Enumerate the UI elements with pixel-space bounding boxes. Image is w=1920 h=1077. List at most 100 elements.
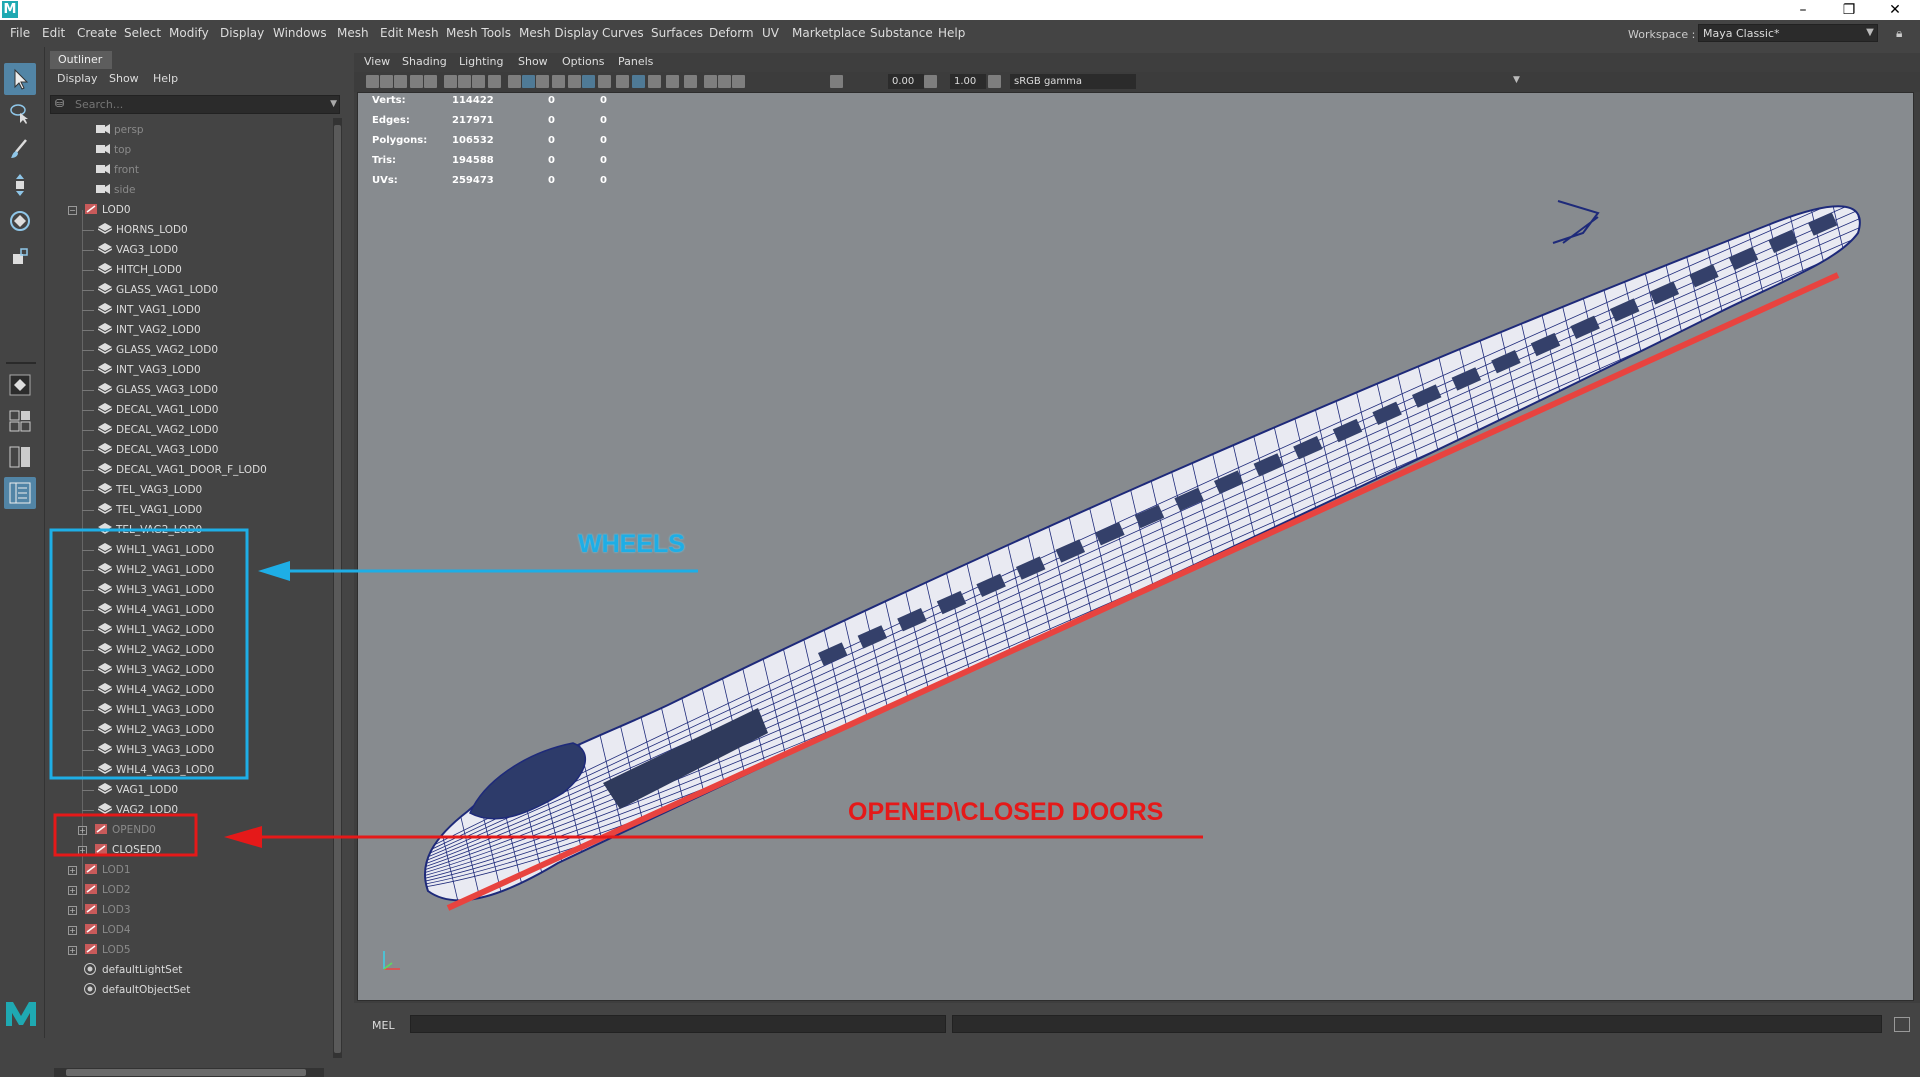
mel-command-input[interactable] xyxy=(410,1015,946,1033)
viewport-menu-shading[interactable]: Shading xyxy=(402,55,447,68)
outliner-item[interactable]: LOD2 xyxy=(84,880,131,900)
outliner-item[interactable]: CLOSED0 xyxy=(94,840,161,860)
shadows-icon[interactable] xyxy=(616,75,629,88)
viewport-menu-lighting[interactable]: Lighting xyxy=(459,55,503,68)
outliner-item[interactable]: GLASS_VAG2_LOD0 xyxy=(97,340,218,360)
menu-mesh-display[interactable]: Mesh Display xyxy=(519,26,599,40)
camera-attrs-icon[interactable] xyxy=(380,75,393,88)
outliner-item[interactable]: HITCH_LOD0 xyxy=(97,260,182,280)
menu-marketplace[interactable]: Marketplace xyxy=(792,26,866,40)
outliner-item[interactable]: DECAL_VAG1_DOOR_F_LOD0 xyxy=(97,460,267,480)
outliner-item[interactable]: DECAL_VAG1_LOD0 xyxy=(97,400,218,420)
expand-icon[interactable]: + xyxy=(68,926,77,935)
exposure-icon[interactable] xyxy=(830,75,843,88)
outliner-item[interactable]: WHL4_VAG2_LOD0 xyxy=(97,680,214,700)
menu-substance[interactable]: Substance xyxy=(870,26,933,40)
outliner-item[interactable]: top xyxy=(96,140,131,160)
menu-curves[interactable]: Curves xyxy=(602,26,644,40)
camera-select-icon[interactable] xyxy=(366,75,379,88)
outliner-item[interactable]: TEL_VAG2_LOD0 xyxy=(97,520,202,540)
outliner-item[interactable]: LOD4 xyxy=(84,920,131,940)
outliner-item[interactable]: VAG2_LOD0 xyxy=(97,800,178,820)
image-plane-icon[interactable] xyxy=(410,75,423,88)
menu-uv[interactable]: UV xyxy=(762,26,779,40)
outliner-item[interactable]: WHL4_VAG1_LOD0 xyxy=(97,600,214,620)
scale-tool-button[interactable] xyxy=(4,241,36,273)
smooth-shade-icon[interactable] xyxy=(522,75,535,88)
outliner-item[interactable]: LOD0 xyxy=(84,200,131,220)
expand-icon[interactable]: + xyxy=(68,886,77,895)
outliner-item[interactable]: front xyxy=(96,160,139,180)
outliner-item[interactable]: WHL3_VAG1_LOD0 xyxy=(97,580,214,600)
outliner-item[interactable]: WHL2_VAG2_LOD0 xyxy=(97,640,214,660)
menu-select[interactable]: Select xyxy=(124,26,161,40)
outliner-item[interactable]: WHL2_VAG3_LOD0 xyxy=(97,720,214,740)
outliner-item[interactable]: WHL1_VAG3_LOD0 xyxy=(97,700,214,720)
select-tool-button[interactable] xyxy=(4,63,36,95)
isolate-select-icon[interactable] xyxy=(684,75,697,88)
gamma-icon[interactable] xyxy=(924,75,937,88)
single-pane-layout-button[interactable] xyxy=(4,369,36,401)
outliner-item[interactable]: LOD3 xyxy=(84,900,131,920)
script-editor-icon[interactable] xyxy=(1894,1017,1910,1032)
outliner-item[interactable]: INT_VAG3_LOD0 xyxy=(97,360,201,380)
menu-edit-mesh[interactable]: Edit Mesh xyxy=(380,26,439,40)
outliner-item[interactable]: VAG1_LOD0 xyxy=(97,780,178,800)
menu-modify[interactable]: Modify xyxy=(169,26,209,40)
color-space-select[interactable]: sRGB gamma xyxy=(1010,74,1136,89)
workspace-select[interactable]: Maya Classic* xyxy=(1698,24,1878,42)
menu-mesh[interactable]: Mesh xyxy=(337,26,369,40)
gamma-field[interactable]: 1.00 xyxy=(950,74,986,89)
outliner-item[interactable]: WHL1_VAG2_LOD0 xyxy=(97,620,214,640)
outliner-item[interactable]: WHL3_VAG2_LOD0 xyxy=(97,660,214,680)
gate-mask-icon[interactable] xyxy=(488,75,501,88)
outliner-item[interactable]: LOD1 xyxy=(84,860,131,880)
two-pane-layout-button[interactable] xyxy=(4,441,36,473)
outliner-item[interactable]: defaultObjectSet xyxy=(84,980,190,1000)
minimize-button[interactable]: – xyxy=(1780,0,1826,20)
ambient-occlusion-icon[interactable] xyxy=(632,75,645,88)
restore-button[interactable]: ❐ xyxy=(1826,0,1872,20)
chevron-down-icon[interactable]: ▼ xyxy=(1513,75,1520,85)
film-gate-icon[interactable] xyxy=(458,75,471,88)
outliner-menu-show[interactable]: Show xyxy=(109,72,139,85)
outliner-item[interactable]: HORNS_LOD0 xyxy=(97,220,188,240)
anti-alias-icon[interactable] xyxy=(666,75,679,88)
viewport-menu-view[interactable]: View xyxy=(364,55,390,68)
wireframe-on-shaded-icon[interactable] xyxy=(552,75,565,88)
outliner-item[interactable]: LOD5 xyxy=(84,940,131,960)
default-material-icon[interactable] xyxy=(536,75,549,88)
backface-icon[interactable] xyxy=(732,75,745,88)
bookmark-icon[interactable] xyxy=(394,75,407,88)
menu-file[interactable]: File xyxy=(10,26,30,40)
outliner-item[interactable]: VAG3_LOD0 xyxy=(97,240,178,260)
rotate-tool-button[interactable] xyxy=(4,205,36,237)
outliner-layout-button[interactable] xyxy=(4,477,36,509)
filter-icon[interactable]: ⛁ xyxy=(55,98,69,110)
collapse-icon[interactable]: − xyxy=(68,206,77,215)
expand-icon[interactable]: + xyxy=(78,846,87,855)
xray-active-icon[interactable] xyxy=(718,75,731,88)
viewport-menu-options[interactable]: Options xyxy=(562,55,604,68)
menu-help[interactable]: Help xyxy=(938,26,965,40)
outliner-menu-display[interactable]: Display xyxy=(57,72,98,85)
outliner-item[interactable]: persp xyxy=(96,120,144,140)
outliner-item[interactable]: OPEND0 xyxy=(94,820,156,840)
grid-icon[interactable] xyxy=(444,75,457,88)
outliner-item[interactable]: WHL2_VAG1_LOD0 xyxy=(97,560,214,580)
outliner-item[interactable]: DECAL_VAG2_LOD0 xyxy=(97,420,218,440)
color-management-icon[interactable] xyxy=(988,75,1001,88)
xray-icon[interactable] xyxy=(568,75,581,88)
outliner-vertical-scroll-thumb[interactable] xyxy=(334,125,341,1053)
wireframe-icon[interactable] xyxy=(508,75,521,88)
outliner-search-input[interactable] xyxy=(75,96,315,113)
outliner-item[interactable]: INT_VAG2_LOD0 xyxy=(97,320,201,340)
expand-icon[interactable]: + xyxy=(78,826,87,835)
move-tool-button[interactable] xyxy=(4,169,36,201)
chevron-down-icon[interactable]: ▼ xyxy=(330,96,337,113)
four-pane-layout-button[interactable] xyxy=(4,405,36,437)
outliner-item[interactable]: DECAL_VAG3_LOD0 xyxy=(97,440,218,460)
expand-icon[interactable]: + xyxy=(68,906,77,915)
outliner-menu-help[interactable]: Help xyxy=(153,72,178,85)
exposure-field[interactable]: 0.00 xyxy=(888,74,924,89)
